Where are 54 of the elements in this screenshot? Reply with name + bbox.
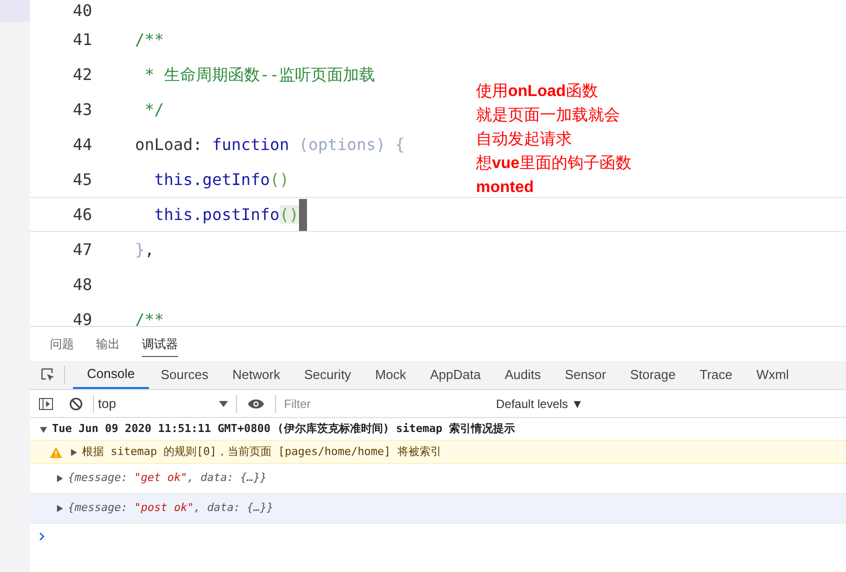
line-number: 43 <box>72 98 94 120</box>
code-line: /** <box>135 28 164 50</box>
devtools-tab[interactable]: Storage <box>618 361 688 389</box>
code-line: }, <box>135 238 154 260</box>
console-object: {message: "post ok", data: {…}} <box>68 500 274 516</box>
code-line: this.postInfo() <box>153 204 299 226</box>
expanded-arrow-icon[interactable] <box>40 426 47 432</box>
context-select[interactable]: top <box>94 394 232 414</box>
devtools-tab[interactable]: Security <box>292 361 364 389</box>
inspect-icon[interactable] <box>40 367 56 383</box>
line-number: 49 <box>72 308 94 326</box>
line-number: 42 <box>72 64 94 86</box>
annotation-text: 自动发起请求 <box>476 130 573 150</box>
panel-tab[interactable]: 输出 <box>96 332 120 356</box>
console-prompt-icon <box>39 532 45 541</box>
annotation-text: 就是页面一加载就会 <box>476 106 621 126</box>
line-number: 48 <box>72 274 94 296</box>
devtools-tab[interactable]: Audits <box>492 361 553 389</box>
panel-tab[interactable]: 问题 <box>50 332 74 356</box>
devtools-tab[interactable]: Wxml <box>744 361 801 389</box>
code-line: /** <box>135 308 164 326</box>
line-number: 45 <box>72 168 94 190</box>
warning-icon <box>50 446 62 458</box>
dropdown-caret-icon <box>219 400 228 406</box>
warning-message: 根据 sitemap 的规则[0]，当前页面 [pages/home/home] 将被索引 <box>82 444 442 460</box>
eye-icon[interactable] <box>247 398 265 410</box>
line-number: 47 <box>72 238 94 260</box>
sidebar-toggle-icon[interactable] <box>38 396 54 412</box>
collapsed-arrow-icon[interactable] <box>70 448 77 456</box>
line-number: 46 <box>72 204 94 226</box>
line-number: 44 <box>72 134 94 156</box>
code-line: this.getInfo() <box>153 168 290 190</box>
console-group-title: Tue Jun 09 2020 11:51:11 GMT+0800 (伊尔库茨克标准时间) sitemap 索引情况提示 <box>52 420 516 437</box>
collapsed-arrow-icon[interactable] <box>56 475 63 482</box>
line-number: 40 <box>72 0 94 22</box>
annotation-text: monted <box>476 178 535 198</box>
devtools-tab[interactable]: Trace <box>688 361 744 389</box>
code-line: */ <box>144 98 164 120</box>
devtools-tab[interactable]: Sensor <box>552 361 618 389</box>
devtools-tab[interactable]: Console <box>73 361 149 389</box>
devtools-tab[interactable]: Network <box>220 361 292 389</box>
panel-tab[interactable]: 调试器 <box>142 332 178 356</box>
devtools-tab[interactable]: AppData <box>418 361 493 389</box>
collapsed-arrow-icon[interactable] <box>56 505 63 512</box>
console-object: {message: "get ok", data: {…}} <box>68 470 267 486</box>
devtools-tab[interactable]: Mock <box>363 361 418 389</box>
devtools-tab[interactable]: Sources <box>148 361 220 389</box>
annotation-text: 使用onLoad函数 <box>476 82 599 102</box>
levels-dropdown[interactable]: Default levels ▼ <box>496 394 584 412</box>
line-number: 41 <box>72 28 94 50</box>
code-line: * 生命周期函数--监听页面加载 <box>144 64 376 86</box>
code-line: onLoad: function (options) { <box>135 134 405 156</box>
annotation-text: 想vue里面的钩子函数 <box>476 154 632 174</box>
clear-icon[interactable] <box>69 396 83 410</box>
